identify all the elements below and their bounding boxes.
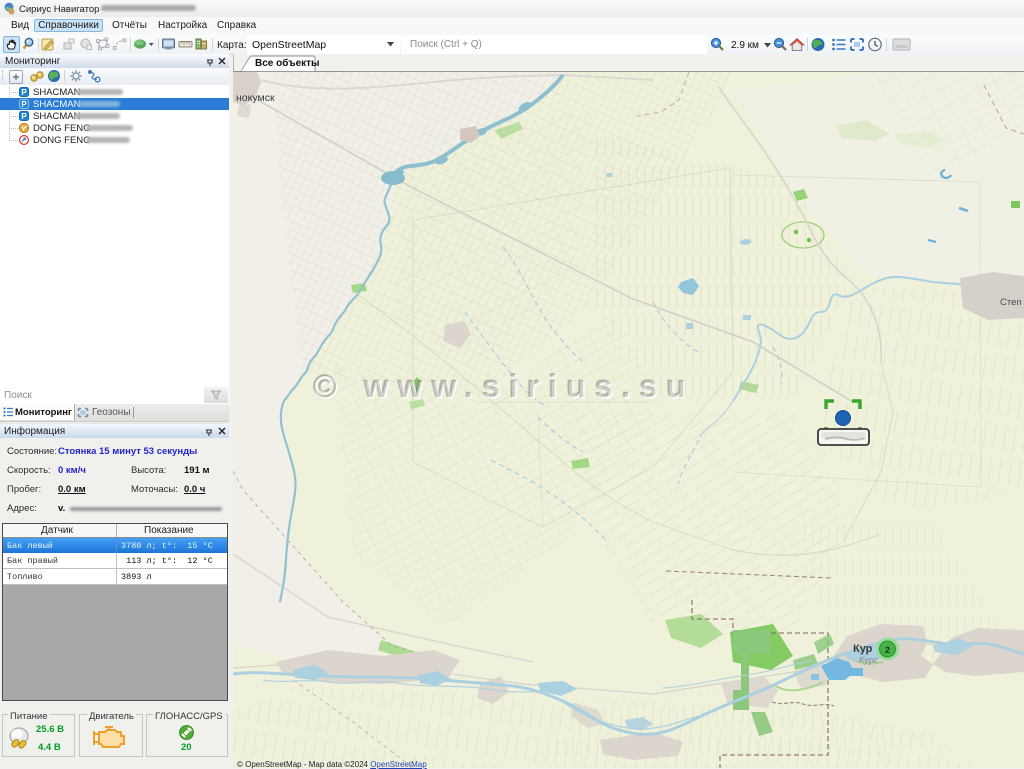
- svg-text:2: 2: [885, 645, 890, 655]
- svg-text:нокумск: нокумск: [236, 92, 275, 104]
- svg-text:P: P: [21, 88, 27, 97]
- svg-text:Курс: Курс: [859, 655, 879, 665]
- svg-text:P: P: [21, 100, 27, 109]
- svg-text:P: P: [21, 112, 27, 121]
- svg-text:Кур: Кур: [853, 643, 873, 655]
- svg-text:Стеn: Стеn: [1000, 297, 1022, 308]
